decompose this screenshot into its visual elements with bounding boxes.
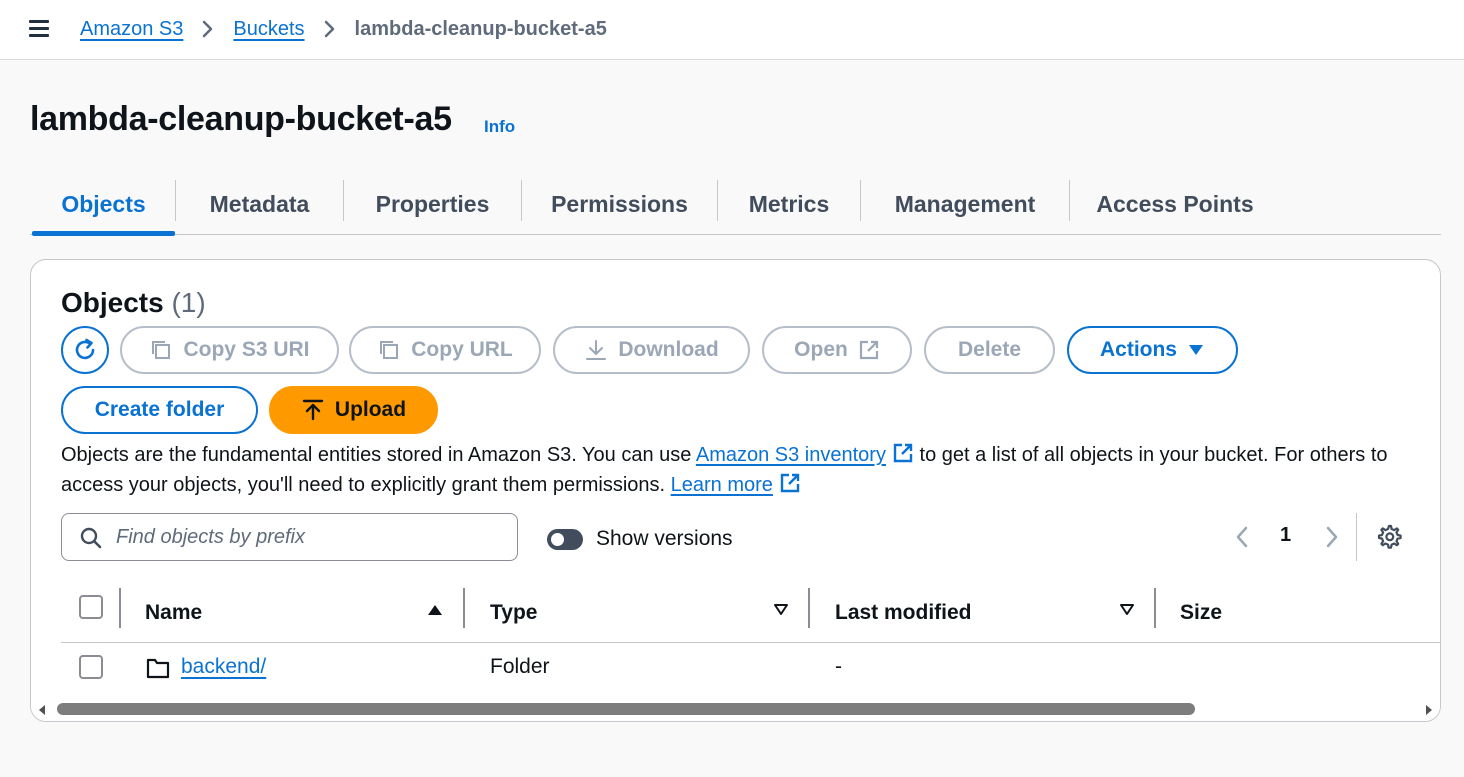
objects-description: Objects are the fundamental entities sto… — [61, 440, 1421, 500]
copy-icon — [380, 341, 399, 359]
sort-icon[interactable] — [1119, 603, 1135, 617]
gear-icon[interactable] — [1376, 524, 1402, 550]
learn-more-link[interactable]: Learn more — [671, 474, 773, 496]
tab-access-points[interactable]: Access Points — [1070, 175, 1280, 234]
row-checkbox[interactable] — [79, 655, 103, 679]
column-header-name[interactable]: Name — [145, 583, 202, 642]
download-label: Download — [618, 338, 719, 361]
show-versions-toggle[interactable] — [547, 529, 583, 550]
column-divider — [1154, 588, 1156, 628]
folder-icon — [146, 658, 170, 679]
copy-s3-uri-label: Copy S3 URI — [183, 338, 310, 361]
top-navigation-bar: Amazon S3 Buckets lambda-cleanup-bucket-… — [0, 0, 1464, 60]
inventory-link[interactable]: Amazon S3 inventory — [696, 444, 886, 466]
create-folder-label: Create folder — [94, 398, 225, 421]
object-type: Folder — [490, 655, 550, 678]
copy-url-button[interactable]: Copy URL — [349, 326, 541, 374]
object-name-link[interactable]: backend/ — [181, 655, 266, 679]
description-text-1: Objects are the fundamental entities sto… — [61, 444, 696, 466]
scroll-right-icon[interactable] — [1424, 704, 1434, 716]
column-divider — [463, 588, 465, 628]
tab-objects[interactable]: Objects — [32, 175, 175, 236]
object-last-modified: - — [835, 655, 842, 678]
panel-title: Objects (1) — [61, 287, 206, 319]
upload-label: Upload — [334, 398, 407, 421]
delete-button[interactable]: Delete — [924, 326, 1055, 374]
show-versions-label: Show versions — [596, 527, 733, 550]
copy-url-label: Copy URL — [411, 338, 513, 361]
breadcrumb: Amazon S3 Buckets lambda-cleanup-bucket-… — [80, 16, 607, 42]
tab-properties[interactable]: Properties — [344, 175, 521, 234]
table-header: Name Type Last modified Size — [61, 583, 1440, 643]
scroll-left-icon[interactable] — [37, 704, 47, 716]
external-link-icon[interactable] — [779, 472, 801, 494]
upload-icon — [302, 399, 324, 421]
column-header-type[interactable]: Type — [490, 583, 537, 642]
refresh-icon — [75, 338, 95, 360]
tab-bar: Objects Metadata Properties Permissions … — [30, 175, 1441, 236]
actions-dropdown[interactable]: Actions — [1067, 326, 1238, 374]
external-link-icon[interactable] — [892, 442, 914, 464]
menu-icon[interactable] — [27, 18, 51, 40]
download-icon — [586, 340, 607, 360]
page-title: lambda-cleanup-bucket-a5 — [30, 100, 452, 138]
create-folder-button[interactable]: Create folder — [61, 386, 258, 434]
breadcrumb-current: lambda-cleanup-bucket-a5 — [354, 17, 607, 40]
column-header-size[interactable]: Size — [1180, 583, 1222, 642]
chevron-right-icon[interactable] — [1319, 523, 1343, 551]
external-link-icon — [859, 340, 878, 360]
breadcrumb-amazon-s3[interactable]: Amazon S3 — [80, 18, 183, 41]
sort-icon[interactable] — [773, 603, 789, 617]
search-input[interactable] — [116, 514, 506, 560]
column-divider — [808, 588, 810, 628]
chevron-right-icon — [193, 16, 223, 42]
open-button[interactable]: Open — [762, 326, 912, 374]
tab-permissions[interactable]: Permissions — [522, 175, 717, 234]
scrollbar-thumb[interactable] — [57, 703, 1195, 715]
refresh-button[interactable] — [61, 326, 109, 374]
upload-button[interactable]: Upload — [269, 386, 438, 434]
horizontal-scrollbar[interactable] — [31, 700, 1440, 721]
table-row: backend/ Folder - — [61, 643, 1440, 697]
search-box — [61, 513, 518, 561]
tab-metadata[interactable]: Metadata — [176, 175, 343, 234]
column-divider — [119, 588, 121, 628]
select-all-checkbox[interactable] — [79, 595, 103, 619]
chevron-left-icon[interactable] — [1231, 523, 1255, 551]
page-number[interactable]: 1 — [1280, 524, 1291, 547]
pagination-divider — [1356, 513, 1357, 561]
breadcrumb-buckets[interactable]: Buckets — [233, 18, 304, 41]
sort-ascending-icon[interactable] — [427, 603, 443, 617]
copy-s3-uri-button[interactable]: Copy S3 URI — [120, 326, 339, 374]
open-label: Open — [794, 338, 848, 361]
objects-panel: Objects (1) Copy S3 URI Copy URL Downloa… — [30, 259, 1441, 722]
tab-metrics[interactable]: Metrics — [718, 175, 860, 234]
tab-management[interactable]: Management — [861, 175, 1069, 234]
actions-label: Actions — [1099, 338, 1177, 361]
panel-title-text: Objects — [61, 287, 164, 318]
info-link[interactable]: Info — [484, 117, 515, 137]
copy-icon — [152, 341, 171, 359]
download-button[interactable]: Download — [553, 326, 750, 374]
search-icon — [80, 527, 102, 549]
object-count: (1) — [171, 287, 206, 318]
column-header-last-modified[interactable]: Last modified — [835, 583, 972, 642]
chevron-right-icon — [315, 16, 345, 42]
caret-down-icon — [1189, 345, 1203, 355]
delete-label: Delete — [957, 338, 1022, 361]
